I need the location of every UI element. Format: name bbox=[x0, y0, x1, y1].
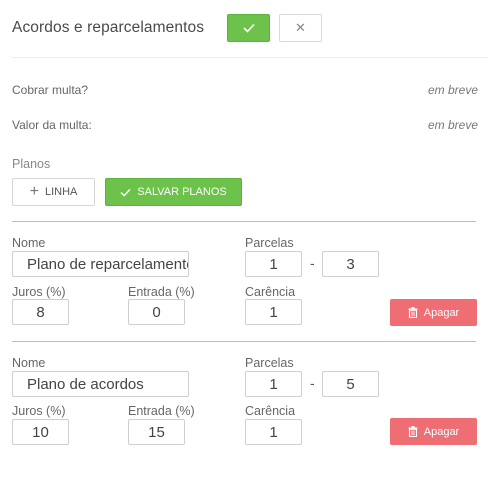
entrada-label: Entrada (%) bbox=[128, 404, 195, 418]
save-plans-label: SALVAR PLANOS bbox=[137, 186, 227, 198]
entrada-input[interactable]: 15 bbox=[128, 419, 185, 445]
parcelas-max-input[interactable]: 5 bbox=[322, 371, 379, 397]
trash-icon bbox=[408, 426, 418, 437]
close-icon: ✕ bbox=[295, 20, 306, 35]
page-header: Acordos e reparcelamentos ✕ bbox=[12, 14, 488, 44]
parcelas-label: Parcelas bbox=[245, 356, 294, 370]
entrada-label: Entrada (%) bbox=[128, 285, 195, 299]
delete-label: Apagar bbox=[423, 425, 460, 438]
delete-label: Apagar bbox=[423, 306, 460, 319]
confirm-button[interactable] bbox=[227, 14, 270, 42]
plan-divider bbox=[12, 341, 476, 342]
plan-name-input[interactable]: Plano de acordos bbox=[12, 371, 189, 397]
parcelas-label: Parcelas bbox=[245, 236, 294, 250]
delete-plan-button[interactable]: Apagar bbox=[390, 418, 477, 445]
nome-label: Nome bbox=[12, 356, 46, 370]
header-divider bbox=[12, 57, 488, 58]
juros-input[interactable]: 8 bbox=[12, 299, 69, 325]
delete-plan-button[interactable]: Apagar bbox=[390, 299, 477, 326]
carencia-input[interactable]: 1 bbox=[245, 299, 302, 325]
plus-icon: + bbox=[29, 183, 39, 200]
check-icon bbox=[242, 23, 255, 33]
parcelas-max-input[interactable]: 3 bbox=[322, 251, 379, 277]
juros-input[interactable]: 10 bbox=[12, 419, 69, 445]
cancel-button[interactable]: ✕ bbox=[279, 14, 322, 42]
carencia-label: Carência bbox=[245, 285, 296, 299]
plan-name-input[interactable]: Plano de reparcelamento bbox=[12, 251, 189, 277]
juros-label: Juros (%) bbox=[12, 285, 66, 299]
entrada-input[interactable]: 0 bbox=[128, 299, 185, 325]
check-icon bbox=[120, 188, 131, 197]
nome-label: Nome bbox=[12, 236, 46, 250]
parcelas-min-input[interactable]: 1 bbox=[245, 371, 302, 397]
plan-divider bbox=[12, 221, 476, 222]
carencia-label: Carência bbox=[245, 404, 296, 418]
option-label: Valor da multa: bbox=[12, 118, 92, 132]
carencia-input[interactable]: 1 bbox=[245, 419, 302, 445]
option-value: em breve bbox=[427, 118, 478, 132]
planos-label: Planos bbox=[12, 157, 51, 171]
trash-icon bbox=[408, 307, 418, 318]
juros-label: Juros (%) bbox=[12, 404, 66, 418]
range-separator: - bbox=[310, 255, 315, 271]
option-cobrar-multa: Cobrar multa? em breve bbox=[12, 83, 478, 97]
page-title: Acordos e reparcelamentos bbox=[12, 19, 205, 36]
save-plans-button[interactable]: SALVAR PLANOS bbox=[105, 178, 242, 206]
range-separator: - bbox=[310, 375, 315, 391]
parcelas-min-input[interactable]: 1 bbox=[245, 251, 302, 277]
option-label: Cobrar multa? bbox=[12, 83, 89, 97]
option-value: em breve bbox=[427, 83, 478, 97]
option-valor-multa: Valor da multa: em breve bbox=[12, 118, 478, 132]
add-line-label: LINHA bbox=[44, 186, 78, 198]
add-line-button[interactable]: + LINHA bbox=[12, 178, 95, 206]
